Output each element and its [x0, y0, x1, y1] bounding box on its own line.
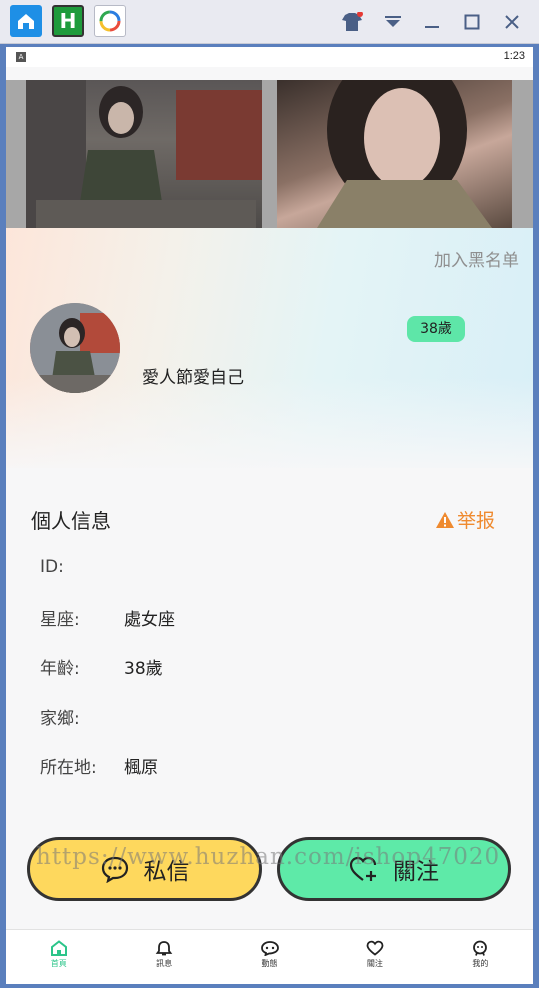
- bottom-tab-bar: 首頁 訊息 動態 關注 我的: [6, 929, 533, 984]
- h-app-icon[interactable]: H: [52, 5, 84, 37]
- profile-photo-2[interactable]: [277, 80, 512, 228]
- phone-screen: A 1:23 加入黑名单 38歲 愛人節愛自己 個人信息 举报 ID: 星座: …: [6, 47, 533, 984]
- tab-me[interactable]: 我的: [428, 930, 533, 984]
- info-label-hometown: 家鄉:: [40, 709, 80, 729]
- profile-photo-1[interactable]: [26, 80, 262, 228]
- heart-plus-icon: [349, 856, 377, 881]
- minimize-icon[interactable]: [418, 8, 446, 36]
- info-value-location: 楓原: [124, 758, 158, 778]
- tab-label-home: 首頁: [50, 959, 67, 968]
- nickname: 愛人節愛自己: [142, 368, 244, 388]
- follow-label: 關注: [393, 859, 439, 885]
- add-to-blacklist-button[interactable]: 加入黑名单: [434, 246, 519, 271]
- private-message-button[interactable]: 私信: [27, 837, 262, 901]
- tab-label-me: 我的: [472, 959, 489, 968]
- tab-messages[interactable]: 訊息: [111, 930, 216, 984]
- home-icon: [50, 940, 67, 956]
- maximize-icon[interactable]: [458, 8, 486, 36]
- info-label-age: 年齡:: [40, 659, 80, 679]
- heart-icon: [366, 940, 384, 956]
- info-value-age: 38歲: [124, 659, 163, 679]
- follow-button[interactable]: 關注: [277, 837, 511, 901]
- tab-label-following: 關注: [366, 959, 383, 968]
- chat-icon: [260, 941, 279, 956]
- status-indicator: A: [16, 52, 26, 62]
- bell-icon: [155, 941, 173, 956]
- photo-gallery[interactable]: [6, 80, 533, 228]
- info-value-zodiac: 處女座: [124, 610, 175, 630]
- smile-icon: [473, 940, 488, 956]
- avatar[interactable]: [30, 303, 120, 393]
- section-title: 個人信息: [31, 509, 111, 533]
- warning-icon: [435, 511, 454, 528]
- status-bar: A 1:23: [6, 47, 533, 67]
- status-time: 1:23: [503, 50, 525, 62]
- dropdown-menu-icon[interactable]: [379, 8, 407, 36]
- info-label-id: ID:: [40, 557, 64, 577]
- age-badge: 38歲: [407, 316, 465, 342]
- tab-following[interactable]: 關注: [322, 930, 427, 984]
- tab-label-messages: 訊息: [156, 959, 173, 968]
- color-wheel-app-icon[interactable]: [94, 5, 126, 37]
- tab-feed[interactable]: 動態: [217, 930, 322, 984]
- shirt-icon[interactable]: [338, 8, 366, 36]
- tab-home[interactable]: 首頁: [6, 930, 111, 984]
- message-label: 私信: [143, 859, 190, 885]
- close-icon[interactable]: [498, 8, 526, 36]
- info-label-zodiac: 星座:: [40, 610, 80, 630]
- emulator-toolbar: H: [0, 0, 539, 44]
- info-label-location: 所在地:: [40, 758, 97, 778]
- report-label: 举报: [456, 510, 495, 532]
- tab-label-feed: 動態: [261, 959, 278, 968]
- report-button[interactable]: 举报: [435, 506, 495, 533]
- message-bubble-icon: [101, 856, 128, 883]
- home-app-icon[interactable]: [10, 5, 42, 37]
- header-fade: [6, 377, 533, 477]
